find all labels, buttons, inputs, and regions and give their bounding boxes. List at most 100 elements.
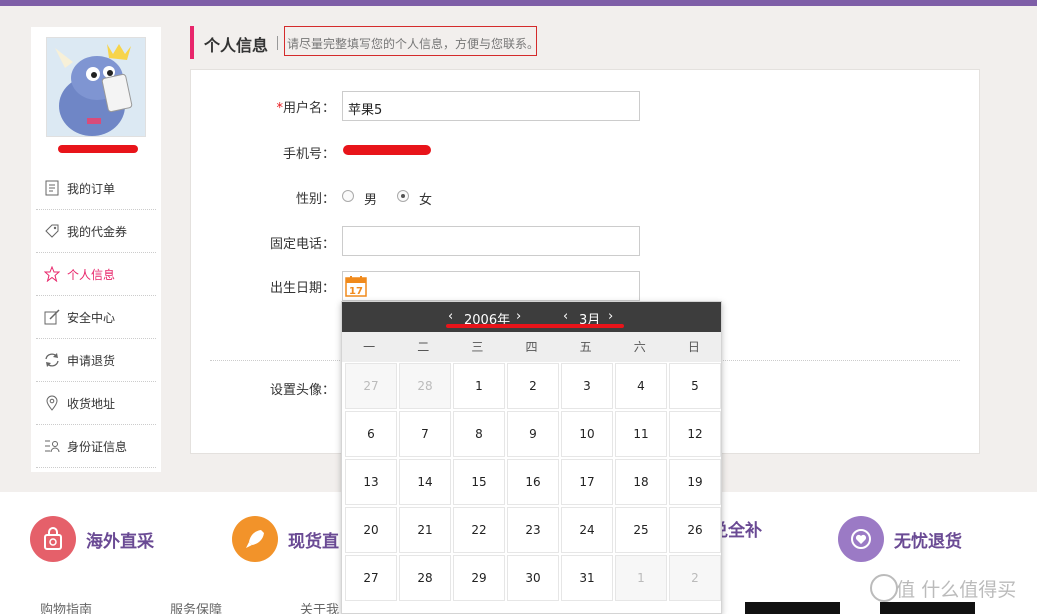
calendar-day[interactable]: 28 xyxy=(399,363,451,409)
location-pin-icon xyxy=(46,395,58,411)
page-title: 个人信息 xyxy=(204,36,269,55)
calendar-day[interactable]: 31 xyxy=(561,555,613,601)
account-sidebar: 我的订单 我的代金券 个人信息 安全中心 申请退货 收货地址 身份证信息 xyxy=(31,27,161,472)
sidebar-menu: 我的订单 我的代金券 个人信息 安全中心 申请退货 收货地址 身份证信息 xyxy=(36,167,156,468)
calendar-day[interactable]: 8 xyxy=(453,411,505,457)
calendar-day[interactable]: 28 xyxy=(399,555,451,601)
calendar-day[interactable]: 27 xyxy=(345,555,397,601)
coupon-tag-icon xyxy=(45,224,59,238)
sidebar-item-orders[interactable]: 我的订单 xyxy=(36,167,156,210)
gender-female-radio[interactable] xyxy=(397,190,409,202)
feature-in-stock[interactable]: 现货直 xyxy=(232,516,339,562)
footer-link-service[interactable]: 服务保障 xyxy=(170,599,222,614)
birthday-label: 出生日期： xyxy=(269,281,335,296)
calendar-day[interactable]: 2 xyxy=(669,555,721,601)
shopping-bag-icon xyxy=(30,516,76,562)
sidebar-item-address[interactable]: 收货地址 xyxy=(36,382,156,425)
calendar-day[interactable]: 3 xyxy=(561,363,613,409)
calendar-day[interactable]: 6 xyxy=(345,411,397,457)
svg-text:17: 17 xyxy=(349,286,363,297)
sidebar-item-profile[interactable]: 个人信息 xyxy=(36,253,156,296)
calendar-day[interactable]: 15 xyxy=(453,459,505,505)
sidebar-item-label: 我的订单 xyxy=(67,181,116,196)
landline-input[interactable] xyxy=(342,226,640,256)
refresh-icon xyxy=(45,353,59,367)
calendar-day[interactable]: 27 xyxy=(345,363,397,409)
calendar-day[interactable]: 23 xyxy=(507,507,559,553)
footer-dark-block xyxy=(745,602,840,614)
gender-male-radio[interactable] xyxy=(342,190,354,202)
username-redacted xyxy=(58,145,138,153)
calendar-day[interactable]: 1 xyxy=(615,555,667,601)
calendar-day[interactable]: 20 xyxy=(345,507,397,553)
footer-link-about[interactable]: 关于我 xyxy=(300,599,339,614)
calendar-17-icon[interactable]: 17 xyxy=(345,275,367,297)
calendar-day[interactable]: 11 xyxy=(615,411,667,457)
rocket-icon xyxy=(232,516,278,562)
calendar-day[interactable]: 29 xyxy=(453,555,505,601)
weekday-label: 三 xyxy=(471,340,484,354)
gender-male-label: 男 xyxy=(364,193,378,208)
calendar-day[interactable]: 26 xyxy=(669,507,721,553)
title-separator xyxy=(277,36,278,50)
calendar-day[interactable]: 24 xyxy=(561,507,613,553)
calendar-day[interactable]: 21 xyxy=(399,507,451,553)
watermark: 值 什么值得买 xyxy=(896,579,1017,601)
calendar-day[interactable]: 5 xyxy=(669,363,721,409)
calendar-day[interactable]: 22 xyxy=(453,507,505,553)
feature-label: 无忧退货 xyxy=(894,531,962,552)
weekday-label: 六 xyxy=(633,340,646,354)
phone-label: 手机号： xyxy=(282,147,335,162)
order-icon xyxy=(45,180,59,196)
sidebar-item-coupons[interactable]: 我的代金券 xyxy=(36,210,156,253)
date-grid: 27 28 1 2 3 4 5 6 7 8 9 10 11 12 13 14 15 16 17 18 19 20 21 22 2… xyxy=(342,362,721,602)
sidebar-item-label: 安全中心 xyxy=(67,310,116,325)
star-icon xyxy=(44,266,60,282)
calendar-day[interactable]: 4 xyxy=(615,363,667,409)
calendar-day[interactable]: 17 xyxy=(561,459,613,505)
weekday-label: 日 xyxy=(687,340,700,354)
phone-number-redacted xyxy=(343,145,431,155)
calendar-day[interactable]: 16 xyxy=(507,459,559,505)
birthday-input[interactable]: 17 xyxy=(342,271,640,301)
calendar-day[interactable]: 19 xyxy=(669,459,721,505)
sidebar-item-label: 个人信息 xyxy=(67,267,116,282)
feature-label: 海外直采 xyxy=(86,531,154,552)
calendar-day[interactable]: 30 xyxy=(507,555,559,601)
sidebar-item-returns[interactable]: 申请退货 xyxy=(36,339,156,382)
next-year-button[interactable]: › xyxy=(516,309,521,324)
calendar-day[interactable]: 18 xyxy=(615,459,667,505)
calendar-day[interactable]: 1 xyxy=(453,363,505,409)
next-month-button[interactable]: › xyxy=(608,309,613,324)
annotation-underline xyxy=(446,324,624,328)
weekday-label: 四 xyxy=(525,340,538,354)
gender-label: 性别： xyxy=(295,192,335,207)
heart-return-icon xyxy=(838,516,884,562)
calendar-day[interactable]: 12 xyxy=(669,411,721,457)
date-picker-header: ‹ 2006年 › ‹ 3月 › xyxy=(342,302,721,332)
footer-link-guide[interactable]: 购物指南 xyxy=(40,599,92,614)
calendar-day[interactable]: 13 xyxy=(345,459,397,505)
prev-month-button[interactable]: ‹ xyxy=(563,309,568,324)
weekday-label: 五 xyxy=(579,340,592,354)
calendar-day[interactable]: 2 xyxy=(507,363,559,409)
weekday-label: 二 xyxy=(417,340,430,354)
sidebar-item-id-info[interactable]: 身份证信息 xyxy=(36,425,156,468)
calendar-day[interactable]: 25 xyxy=(615,507,667,553)
prev-year-button[interactable]: ‹ xyxy=(448,309,453,324)
feature-worry-free-return[interactable]: 无忧退货 xyxy=(838,516,962,562)
calendar-day[interactable]: 10 xyxy=(561,411,613,457)
calendar-day[interactable]: 7 xyxy=(399,411,451,457)
calendar-day[interactable]: 9 xyxy=(507,411,559,457)
weekday-label: 一 xyxy=(363,340,376,354)
section-accent-bar xyxy=(190,26,194,59)
date-picker-popup: ‹ 2006年 › ‹ 3月 › 一 二 三 四 五 六 日 27 28 1 2 3 4 5… xyxy=(341,301,722,614)
sidebar-item-label: 申请退货 xyxy=(67,353,116,368)
username-input[interactable]: 苹果5 xyxy=(342,91,640,121)
feature-overseas-direct[interactable]: 海外直采 xyxy=(30,516,154,562)
sidebar-item-security[interactable]: 安全中心 xyxy=(36,296,156,339)
calendar-day[interactable]: 14 xyxy=(399,459,451,505)
user-avatar[interactable] xyxy=(46,37,146,137)
sidebar-item-label: 我的代金券 xyxy=(67,224,128,239)
username-label: *用户名： xyxy=(276,101,335,116)
